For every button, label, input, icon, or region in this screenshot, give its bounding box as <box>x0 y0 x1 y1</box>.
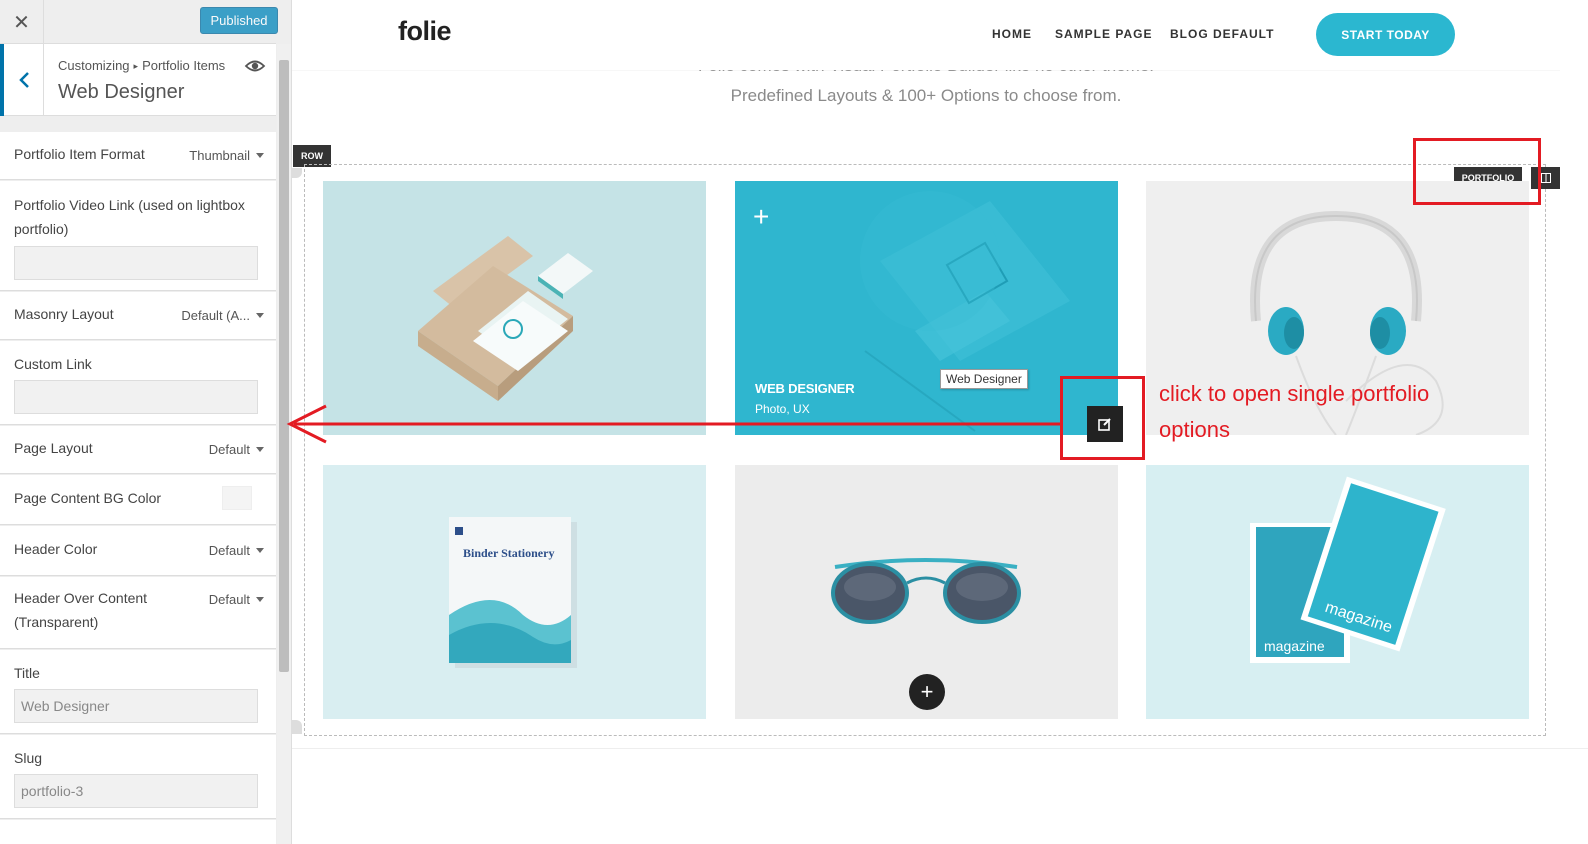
portfolio-item-business-cards[interactable] <box>323 181 706 435</box>
frame-corner <box>292 168 302 178</box>
portfolio-item-title[interactable]: WEB DESIGNER <box>755 381 855 396</box>
portfolio-item-categories: Photo, UX <box>755 402 810 416</box>
annotation-box-edit <box>1060 376 1145 460</box>
customizer-sidebar: ✕ Published Customizing ▸ Portfolio Items … <box>0 0 292 844</box>
custom-link-label: Custom Link <box>14 356 92 372</box>
section-header: Customizing ▸ Portfolio Items Web Designer <box>0 44 276 116</box>
control-video-link: Portfolio Video Link (used on lightbox p… <box>0 181 276 291</box>
title-input[interactable] <box>14 689 258 723</box>
page-layout-select[interactable]: Default <box>209 442 264 457</box>
annotation-text: click to open single portfolio options <box>1159 381 1430 442</box>
magazine-title: magazine <box>1264 638 1325 654</box>
chevron-down-icon <box>256 597 264 602</box>
video-link-label: Portfolio Video Link (used on lightbox p… <box>14 197 245 237</box>
video-link-input[interactable] <box>14 246 258 280</box>
control-next <box>0 820 276 844</box>
control-title: Title <box>0 650 276 734</box>
annotation-box-portfolio <box>1413 138 1541 205</box>
slug-input[interactable] <box>14 774 258 808</box>
add-icon[interactable]: + <box>909 674 945 710</box>
breadcrumb: Customizing ▸ Portfolio Items <box>58 58 225 73</box>
plus-icon: + <box>753 201 770 232</box>
chevron-down-icon <box>256 548 264 553</box>
control-page-layout: Page Layout Default <box>0 426 276 474</box>
page-layout-label: Page Layout <box>14 440 93 456</box>
intro-line-2: Predefined Layouts & 100+ Options to cho… <box>730 86 1122 105</box>
chevron-down-icon <box>256 153 264 158</box>
header-color-value: Default <box>208 543 250 558</box>
header-over-value: Default <box>208 592 250 607</box>
portfolio-item-binder-stationery[interactable]: Binder Stationery <box>323 465 706 719</box>
chevron-down-icon <box>256 313 264 318</box>
header-over-label: Header Over Content (Transparent) <box>14 590 148 630</box>
eye-icon[interactable] <box>244 56 266 76</box>
back-icon[interactable] <box>0 44 44 116</box>
nav-blog-default[interactable]: BLOG DEFAULT <box>1170 27 1274 41</box>
publish-button[interactable]: Published <box>200 7 278 34</box>
masonry-label: Masonry Layout <box>14 306 114 322</box>
format-label: Portfolio Item Format <box>14 146 145 162</box>
frame-corner <box>292 720 302 734</box>
header-color-select[interactable]: Default <box>209 543 264 558</box>
customizer-topbar: ✕ Published <box>0 0 278 44</box>
bg-color-label: Page Content BG Color <box>14 490 162 506</box>
control-portfolio-format: Portfolio Item Format Thumbnail <box>0 132 276 180</box>
book-title: Binder Stationery <box>463 546 554 560</box>
header-over-select[interactable]: Default <box>209 592 264 607</box>
masonry-value: Default (A... <box>181 308 250 323</box>
control-custom-link: Custom Link <box>0 341 276 425</box>
breadcrumb-section: Portfolio Items <box>142 58 226 73</box>
site-header: folie HOME SAMPLE PAGE BLOG DEFAULT STAR… <box>292 0 1560 70</box>
chevron-down-icon <box>256 447 264 452</box>
control-header-color: Header Color Default <box>0 526 276 576</box>
control-bg-color: Page Content BG Color <box>0 475 276 525</box>
control-masonry-layout: Masonry Layout Default (A... <box>0 292 276 340</box>
slug-label: Slug <box>14 750 43 766</box>
portfolio-item-magazine[interactable]: magazine magazine <box>1146 465 1529 719</box>
nav-sample-page[interactable]: SAMPLE PAGE <box>1055 27 1152 41</box>
masonry-select[interactable]: Default (A... <box>181 308 264 323</box>
sidebar-scrollbar-thumb[interactable] <box>279 60 289 672</box>
breadcrumb-root: Customizing <box>58 58 130 73</box>
sidebar-scrollbar[interactable] <box>277 44 291 844</box>
page-layout-value: Default <box>208 442 250 457</box>
bg-color-swatch[interactable] <box>222 486 252 510</box>
custom-link-input[interactable] <box>14 380 258 414</box>
header-color-label: Header Color <box>14 541 98 557</box>
section-title: Web Designer <box>58 81 185 103</box>
divider <box>292 748 1588 749</box>
format-value: Thumbnail <box>189 148 250 163</box>
close-icon[interactable]: ✕ <box>0 0 44 44</box>
format-select[interactable]: Thumbnail <box>189 148 264 163</box>
title-label: Title <box>14 665 40 681</box>
nav-home[interactable]: HOME <box>992 27 1032 41</box>
control-slug: Slug <box>0 735 276 819</box>
tooltip: Web Designer <box>940 369 1028 389</box>
site-preview: Folie comes with Visual Portfolio Builde… <box>292 0 1588 844</box>
breadcrumb-separator-icon: ▸ <box>133 61 139 71</box>
control-header-over-content: Header Over Content (Transparent) Defaul… <box>0 577 276 649</box>
start-today-button[interactable]: START TODAY <box>1316 13 1455 56</box>
site-logo[interactable]: folie <box>398 16 452 47</box>
